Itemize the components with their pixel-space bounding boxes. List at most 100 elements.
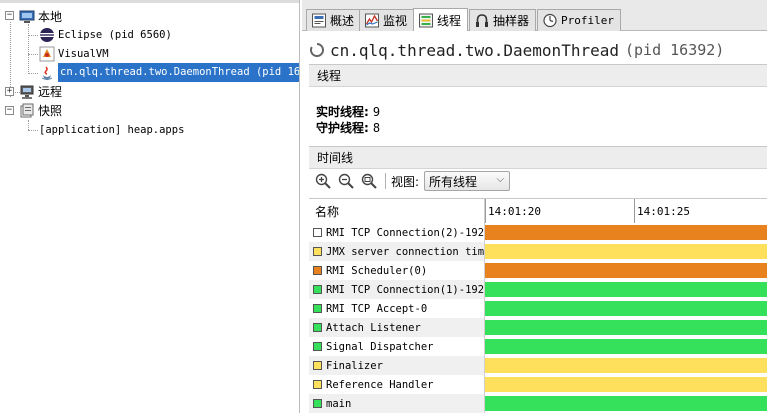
tab-threads[interactable]: 线程 [413, 8, 469, 31]
thread-name: RMI TCP Connection(1)-192.168. [326, 283, 484, 296]
applications-tree-panel: − 本地 Eclipse (pid 6560) VisualVM cn.qlq.… [0, 0, 300, 413]
thread-state-marker [313, 285, 322, 294]
panel-header-strip [0, 0, 299, 3]
tree-node-daemonthread[interactable]: cn.qlq.thread.two.DaemonThread (pid 1639… [39, 63, 299, 82]
thread-name: JMX server connection timeout [326, 245, 484, 258]
tree-node-eclipse[interactable]: Eclipse (pid 6560) [39, 25, 172, 44]
section-title: 时间线 [317, 151, 354, 165]
overview-icon [312, 13, 326, 28]
thread-name: Signal Dispatcher [326, 340, 434, 353]
thread-state-marker [313, 247, 322, 256]
thread-state-bar [485, 225, 767, 240]
tree-connector [28, 130, 38, 131]
thread-row[interactable]: JMX server connection timeout [309, 242, 767, 261]
tab-label: Profiler [561, 14, 614, 27]
zoom-out-button[interactable] [336, 171, 356, 191]
thread-name: RMI TCP Accept-0 [326, 302, 428, 315]
thread-state-marker [313, 228, 322, 237]
thread-state-marker [313, 342, 322, 351]
process-pid: (pid 16392) [624, 41, 725, 59]
tab-overview[interactable]: 概述 [306, 9, 362, 31]
zoom-fit-icon [361, 173, 377, 189]
thread-name-cell: RMI Scheduler(0) [309, 261, 484, 280]
thread-name-cell: JMX server connection timeout [309, 242, 484, 261]
column-header-name[interactable]: 名称 [309, 199, 484, 223]
tab-bar: 概述 监视 线程 抽样器 Profiler [302, 0, 767, 31]
thread-state-bar [485, 301, 767, 316]
tree-connector [28, 73, 38, 74]
thread-name-cell: Attach Listener [309, 318, 484, 337]
zoom-fit-button[interactable] [359, 171, 379, 191]
thread-row[interactable]: RMI TCP Accept-0 [309, 299, 767, 318]
tree-node-label: 远程 [38, 85, 63, 99]
thread-name-cell: Reference Handler [309, 375, 484, 394]
collapse-local-toggle[interactable]: − [5, 11, 14, 20]
thread-state-bar [485, 282, 767, 297]
tab-profiler[interactable]: Profiler [537, 9, 621, 31]
time-tick-label: 14:01:20 [488, 205, 541, 218]
tree-node-remote[interactable]: 远程 [19, 82, 62, 101]
thread-state-bar [485, 396, 767, 411]
tab-label: 监视 [383, 14, 408, 28]
thread-monitor-panel: 概述 监视 线程 抽样器 Profiler cn.qlq.thread.two.… [302, 0, 767, 413]
stat-value: 8 [372, 121, 381, 135]
visualvm-icon [39, 46, 55, 61]
tree-connector [28, 120, 29, 130]
column-header-timeline: 14:01:20 14:01:25 [484, 199, 767, 223]
tree-node-label: cn.qlq.thread.two.DaemonThread (pid 1639… [58, 63, 299, 82]
computer-icon [19, 10, 35, 23]
view-select[interactable]: 所有线程 ⌵ [424, 171, 511, 191]
thread-state-bar [485, 358, 767, 373]
chevron-down-icon: ⌵ [496, 174, 505, 185]
daemon-threads-stat: 守护线程: 8 [316, 119, 380, 136]
thread-row[interactable]: RMI TCP Connection(1)-192.168. [309, 280, 767, 299]
expand-remote-toggle[interactable]: + [5, 87, 14, 96]
remote-host-icon [20, 85, 34, 99]
tree-connector [28, 54, 38, 55]
thread-row[interactable]: Reference Handler [309, 375, 767, 394]
thread-name-cell: Finalizer [309, 356, 484, 375]
zoom-in-button[interactable] [313, 171, 333, 191]
tree-node-label: 快照 [38, 104, 63, 118]
thread-state-bar [485, 377, 767, 392]
thread-name: RMI TCP Connection(2)-192.168. [326, 226, 484, 239]
thread-state-marker [313, 399, 322, 408]
thread-name-cell: Signal Dispatcher [309, 337, 484, 356]
thread-name: Finalizer [326, 359, 383, 372]
thread-row[interactable]: RMI Scheduler(0) [309, 261, 767, 280]
stat-label: 守护线程: [316, 121, 369, 135]
busy-spinner-icon [310, 43, 324, 57]
threads-icon [419, 13, 433, 27]
tab-monitor[interactable]: 监视 [359, 9, 415, 31]
thread-row[interactable]: main [309, 394, 767, 413]
tree-node-heap-snapshot[interactable]: [application] heap.apps [39, 120, 184, 139]
thread-row[interactable]: RMI TCP Connection(2)-192.168. [309, 223, 767, 242]
live-threads-stat: 实时线程: 9 [316, 103, 380, 120]
stat-value: 9 [372, 105, 381, 119]
tree-connector [28, 24, 29, 74]
stat-label: 实时线程: [316, 105, 369, 119]
thread-name: Reference Handler [326, 378, 434, 391]
time-tick [634, 199, 635, 223]
section-title: 线程 [317, 69, 342, 83]
thread-state-marker [313, 266, 322, 275]
thread-row[interactable]: Finalizer [309, 356, 767, 375]
tree-node-local[interactable]: 本地 [19, 7, 62, 26]
tree-connector [28, 35, 38, 36]
thread-name-cell: main [309, 394, 484, 413]
tree-node-visualvm[interactable]: VisualVM [39, 44, 109, 63]
tree-node-snapshots[interactable]: 快照 [19, 101, 62, 120]
page-title: cn.qlq.thread.two.DaemonThread (pid 1639… [310, 38, 724, 62]
thread-row[interactable]: Attach Listener [309, 318, 767, 337]
thread-name: RMI Scheduler(0) [326, 264, 428, 277]
thread-state-bar [485, 320, 767, 335]
tab-label: 线程 [437, 13, 462, 28]
collapse-snapshots-toggle[interactable]: − [5, 106, 14, 115]
time-tick [485, 199, 486, 223]
column-header-label: 名称 [315, 204, 340, 219]
thread-row[interactable]: Signal Dispatcher [309, 337, 767, 356]
thread-name-cell: RMI TCP Accept-0 [309, 299, 484, 318]
thread-state-marker [313, 361, 322, 370]
tab-label: 抽样器 [493, 14, 530, 28]
tab-sampler[interactable]: 抽样器 [469, 9, 537, 31]
